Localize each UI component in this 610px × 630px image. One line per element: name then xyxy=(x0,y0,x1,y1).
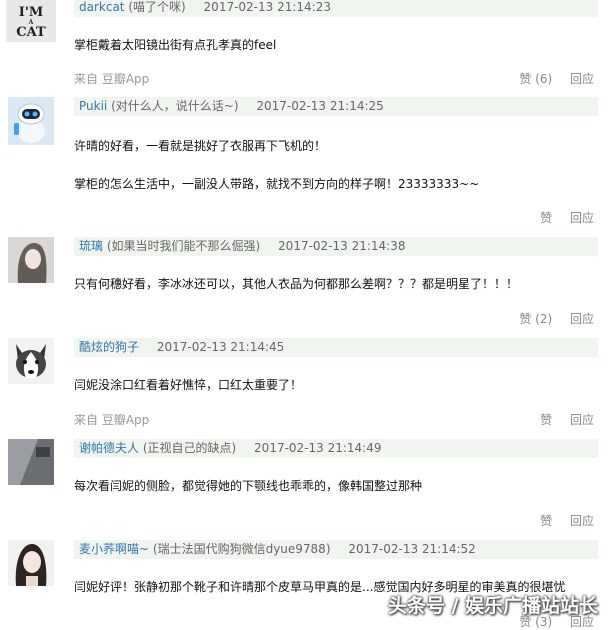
like-button[interactable]: 赞 xyxy=(540,514,552,528)
comment-line: 只有何穗好看，李冰冰还可以，其他人衣品为何都那么差啊？？？都是明星了！！！ xyxy=(74,277,519,291)
person-avatar-icon xyxy=(8,237,54,283)
reply-button[interactable]: 回应 xyxy=(570,514,594,528)
avatar[interactable]: I'M A CAT xyxy=(6,0,56,42)
comment-text: 许晴的好看，一看就是挑好了衣服再下飞机的！ xyxy=(74,137,598,154)
avatar-text: CAT xyxy=(16,25,46,40)
like-button[interactable]: 赞 xyxy=(540,413,552,427)
comment-time: 2017-02-13 21:14:52 xyxy=(348,542,476,556)
author-link[interactable]: darkcat xyxy=(79,0,125,14)
dog-avatar-icon xyxy=(8,338,54,384)
comment-header: 酷炫的狗子 2017-02-13 21:14:45 xyxy=(74,338,598,357)
robot-avatar-icon xyxy=(14,103,45,143)
comment-time: 2017-02-13 21:14:23 xyxy=(203,0,331,14)
comment-source: 来自 豆瓣App xyxy=(74,413,150,427)
author-signature: (瑞士法国代购狗微信dyue9788) xyxy=(152,542,331,556)
comment-5: 谢帕德夫人 (正视自己的缺点) 2017-02-13 21:14:49 每次看闫… xyxy=(0,439,610,539)
author-signature: (对什么人，说什么话~) xyxy=(111,99,239,113)
comment-header: 琉璃 (如果当时我们能不那么倔强) 2017-02-13 21:14:38 xyxy=(74,237,598,256)
avatar[interactable] xyxy=(8,338,54,384)
comment-actions: 赞 回应 xyxy=(540,512,594,529)
comment-text: 掌柜的怎么生活中，一副没人带路，就找不到方向的样子啊！23333333~~ xyxy=(74,175,598,192)
comment-line: 许晴的好看，一看就是挑好了衣服再下飞机的！ xyxy=(74,139,327,153)
watermark: 头条号 / 娱乐广播站站长 xyxy=(387,595,598,617)
comment-3: 琉璃 (如果当时我们能不那么倔强) 2017-02-13 21:14:38 只有… xyxy=(0,237,610,337)
comment-time: 2017-02-13 21:14:38 xyxy=(278,239,406,253)
avatar[interactable] xyxy=(8,439,54,485)
author-link[interactable]: Pukii xyxy=(79,99,107,113)
comment-header: 谢帕德夫人 (正视自己的缺点) 2017-02-13 21:14:49 xyxy=(74,439,598,458)
avatar-text: I'M xyxy=(18,5,44,20)
comment-time: 2017-02-13 21:14:25 xyxy=(256,99,384,113)
comment-header: darkcat (喵了个咪) 2017-02-13 21:14:23 xyxy=(74,0,598,17)
author-signature: (正视自己的缺点) xyxy=(142,441,237,455)
like-button[interactable]: 赞 (6) xyxy=(519,72,552,86)
comment-text: 只有何穗好看，李冰冰还可以，其他人衣品为何都那么差啊？？？都是明星了！！！ xyxy=(74,275,598,292)
author-link[interactable]: 谢帕德夫人 xyxy=(79,441,139,455)
reply-button[interactable]: 回应 xyxy=(570,72,594,86)
comment-text: 掌柜戴着太阳镜出街有点孔孝真的feel xyxy=(74,36,598,53)
comment-source: 来自 豆瓣App xyxy=(74,72,150,86)
comment-actions: 赞 (6) 回应 xyxy=(519,70,594,87)
comment-time: 2017-02-13 21:14:45 xyxy=(156,340,285,354)
comment-actions: 赞 回应 xyxy=(540,209,594,226)
comment-2: Pukii (对什么人，说什么话~) 2017-02-13 21:14:25 许… xyxy=(0,97,610,227)
comment-header: 麦小荞啊喵~ (瑞士法国代购狗微信dyue9788) 2017-02-13 21… xyxy=(74,540,598,559)
like-button[interactable]: 赞 xyxy=(540,211,552,225)
reply-button[interactable]: 回应 xyxy=(570,211,594,225)
author-link[interactable]: 麦小荞啊喵~ xyxy=(79,542,149,556)
author-link[interactable]: 琉璃 xyxy=(79,239,103,253)
avatar[interactable] xyxy=(8,97,54,145)
comment-text: 每次看闫妮的侧脸，都觉得她的下颚线也乖乖的，像韩国整过那种 xyxy=(74,477,598,494)
comment-actions: 赞 回应 xyxy=(540,411,594,428)
comment-line: 闫妮没涂口红看着好憔悴，口红太重要了！ xyxy=(74,378,303,392)
comment-line: 掌柜戴着太阳镜出街有点孔孝真的feel xyxy=(74,38,277,52)
comment-4: 酷炫的狗子 2017-02-13 21:14:45 闫妮没涂口红看着好憔悴，口红… xyxy=(0,338,610,438)
comment-time: 2017-02-13 21:14:49 xyxy=(254,441,382,455)
reply-button[interactable]: 回应 xyxy=(570,312,594,326)
comment-1: I'M A CAT darkcat (喵了个咪) 2017-02-13 21:1… xyxy=(0,0,610,98)
comment-line: 掌柜的怎么生活中，一副没人带路，就找不到方向的样子啊！23333333~~ xyxy=(74,177,480,191)
like-button[interactable]: 赞 (2) xyxy=(519,312,552,326)
avatar[interactable] xyxy=(8,237,54,283)
avatar[interactable] xyxy=(8,540,54,586)
comment-actions: 赞 (2) 回应 xyxy=(519,310,594,327)
comment-text: 闫妮没涂口红看着好憔悴，口红太重要了！ xyxy=(74,376,598,393)
reply-button[interactable]: 回应 xyxy=(570,413,594,427)
comment-line: 每次看闫妮的侧脸，都觉得她的下颚线也乖乖的，像韩国整过那种 xyxy=(74,479,423,493)
person-avatar-icon xyxy=(8,540,54,586)
comment-header: Pukii (对什么人，说什么话~) 2017-02-13 21:14:25 xyxy=(74,97,598,116)
author-link[interactable]: 酷炫的狗子 xyxy=(79,340,139,354)
window-avatar-icon xyxy=(8,439,54,485)
author-signature: (喵了个咪) xyxy=(128,0,186,14)
author-signature: (如果当时我们能不那么倔强) xyxy=(106,239,261,253)
